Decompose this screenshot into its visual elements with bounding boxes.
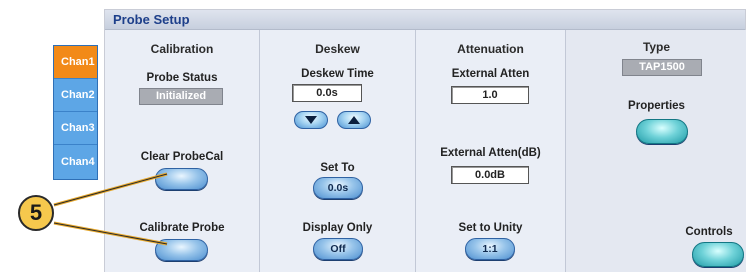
callout-number: 5 — [29, 200, 43, 225]
callout-lines — [53, 172, 168, 246]
callout-badge: 5 — [18, 195, 54, 231]
